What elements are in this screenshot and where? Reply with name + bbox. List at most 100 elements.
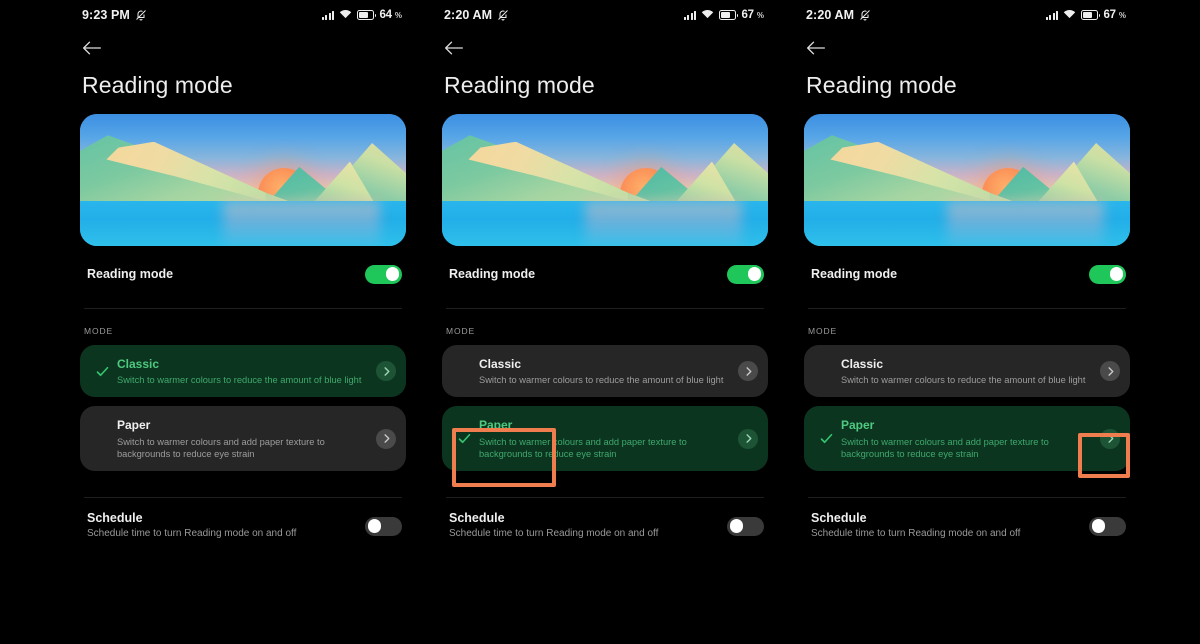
cellular-signal-icon	[321, 10, 335, 20]
classic-mode-desc: Switch to warmer colours to reduce the a…	[479, 375, 724, 386]
status-bar-left: 2:20 AM	[444, 8, 509, 22]
reading-mode-row[interactable]: Reading mode	[62, 246, 424, 302]
page-title: Reading mode	[82, 72, 233, 98]
schedule-desc: Schedule time to turn Reading mode on an…	[811, 528, 1021, 540]
battery-icon	[719, 10, 739, 20]
toggle-knob	[747, 267, 762, 281]
schedule-toggle[interactable]	[1089, 516, 1126, 536]
schedule-toggle[interactable]	[365, 516, 402, 536]
status-bar: 2:20 AM 67 %	[424, 0, 786, 30]
battery-icon	[1081, 10, 1101, 20]
reading-mode-label: Reading mode	[87, 267, 174, 281]
battery-level: 67	[741, 9, 754, 21]
paper-mode-chevron[interactable]	[1100, 428, 1120, 449]
toggle-knob	[367, 519, 382, 534]
paper-mode-card[interactable]: Paper Switch to warmer colours and add p…	[804, 406, 1130, 472]
paper-mode-desc: Switch to warmer colours and add paper t…	[479, 436, 687, 459]
classic-mode-card[interactable]: Classic Switch to warmer colours to redu…	[442, 345, 768, 398]
mode-section-label: MODE	[808, 326, 838, 336]
paper-mode-chevron[interactable]	[738, 428, 758, 449]
bell-muted-icon	[135, 9, 147, 21]
status-time: 2:20 AM	[806, 8, 855, 22]
status-bar: 2:20 AM 67 %	[786, 0, 1148, 30]
reading-mode-preview-illustration	[442, 114, 768, 246]
battery-unit: %	[1118, 10, 1126, 20]
mode-section-label: MODE	[446, 326, 476, 336]
reading-mode-row[interactable]: Reading mode	[786, 246, 1148, 302]
status-time: 9:23 PM	[82, 8, 130, 22]
paper-mode-desc: Switch to warmer colours and add paper t…	[117, 436, 325, 459]
screenshot-stage: 9:23 PM 64 % Reading mode Reading mode M…	[0, 0, 1200, 644]
reading-mode-label: Reading mode	[449, 267, 536, 281]
reading-mode-preview-illustration	[804, 114, 1130, 246]
reading-mode-toggle[interactable]	[365, 264, 402, 284]
status-bar-right: 67 %	[1045, 9, 1126, 22]
paper-mode-desc: Switch to warmer colours and add paper t…	[841, 436, 1049, 459]
wifi-icon	[339, 9, 352, 22]
paper-mode-card[interactable]: Paper Switch to warmer colours and add p…	[80, 406, 406, 472]
paper-mode-chevron[interactable]	[376, 428, 396, 449]
paper-mode-text: Paper Switch to warmer colours and add p…	[479, 417, 730, 460]
paper-mode-text: Paper Switch to warmer colours and add p…	[117, 417, 368, 460]
classic-mode-card[interactable]: Classic Switch to warmer colours to redu…	[804, 345, 1130, 398]
reading-mode-toggle[interactable]	[1089, 264, 1126, 284]
battery-unit: %	[394, 10, 402, 20]
classic-mode-text: Classic Switch to warmer colours to redu…	[117, 356, 368, 386]
toggle-knob	[729, 519, 744, 534]
back-button[interactable]	[62, 30, 424, 66]
classic-mode-desc: Switch to warmer colours to reduce the a…	[117, 375, 362, 386]
schedule-toggle[interactable]	[727, 516, 764, 536]
classic-mode-chevron[interactable]	[1100, 361, 1120, 382]
classic-mode-text: Classic Switch to warmer colours to redu…	[841, 356, 1092, 386]
schedule-label: Schedule	[811, 511, 867, 526]
back-arrow-icon	[444, 40, 464, 56]
classic-mode-card[interactable]: Classic Switch to warmer colours to redu…	[80, 345, 406, 398]
back-button[interactable]	[424, 30, 786, 66]
battery-level: 67	[1103, 9, 1116, 21]
mode-card-list: Classic Switch to warmer colours to redu…	[62, 345, 424, 472]
classic-mode-title: Classic	[117, 357, 160, 371]
classic-mode-title: Classic	[479, 357, 522, 371]
back-button[interactable]	[786, 30, 1148, 66]
classic-mode-desc: Switch to warmer colours to reduce the a…	[841, 375, 1086, 386]
classic-mode-title: Classic	[841, 357, 884, 371]
schedule-text: Schedule Schedule time to turn Reading m…	[811, 511, 1020, 541]
cellular-signal-icon	[683, 10, 697, 20]
reading-mode-row[interactable]: Reading mode	[424, 246, 786, 302]
preview-water-reflection	[223, 201, 380, 246]
check-icon	[818, 431, 834, 446]
battery-level: 64	[379, 9, 392, 21]
preview-water-reflection	[585, 201, 742, 246]
phone-panel-3: 2:20 AM 67 % Reading mode Reading mode M…	[786, 0, 1148, 644]
battery-unit: %	[756, 10, 764, 20]
preview-image-wrap	[62, 99, 424, 246]
classic-mode-chevron[interactable]	[738, 361, 758, 382]
preview-water-reflection	[947, 201, 1104, 246]
schedule-row[interactable]: Schedule Schedule time to turn Reading m…	[424, 498, 786, 554]
back-arrow-icon	[82, 40, 102, 56]
schedule-label: Schedule	[87, 511, 143, 526]
toggle-knob	[1109, 267, 1124, 281]
schedule-label: Schedule	[449, 511, 505, 526]
paper-mode-card[interactable]: Paper Switch to warmer colours and add p…	[442, 406, 768, 472]
status-time: 2:20 AM	[444, 8, 493, 22]
toggle-knob	[1091, 519, 1106, 534]
paper-mode-title: Paper	[479, 418, 513, 433]
classic-mode-chevron[interactable]	[376, 361, 396, 382]
schedule-row[interactable]: Schedule Schedule time to turn Reading m…	[786, 498, 1148, 554]
schedule-row[interactable]: Schedule Schedule time to turn Reading m…	[62, 498, 424, 554]
mode-section-label: MODE	[84, 326, 114, 336]
page-title: Reading mode	[806, 72, 957, 98]
paper-mode-title: Paper	[117, 418, 151, 433]
toggle-knob	[385, 267, 400, 281]
schedule-desc: Schedule time to turn Reading mode on an…	[87, 528, 297, 540]
back-arrow-icon	[806, 40, 826, 56]
status-bar-right: 67 %	[683, 9, 764, 22]
phone-panel-1: 9:23 PM 64 % Reading mode Reading mode M…	[62, 0, 424, 644]
reading-mode-toggle[interactable]	[727, 264, 764, 284]
schedule-text: Schedule Schedule time to turn Reading m…	[449, 511, 658, 541]
paper-mode-text: Paper Switch to warmer colours and add p…	[841, 417, 1092, 460]
mode-card-list: Classic Switch to warmer colours to redu…	[424, 345, 786, 472]
cellular-signal-icon	[1045, 10, 1059, 20]
paper-mode-title: Paper	[841, 418, 875, 433]
